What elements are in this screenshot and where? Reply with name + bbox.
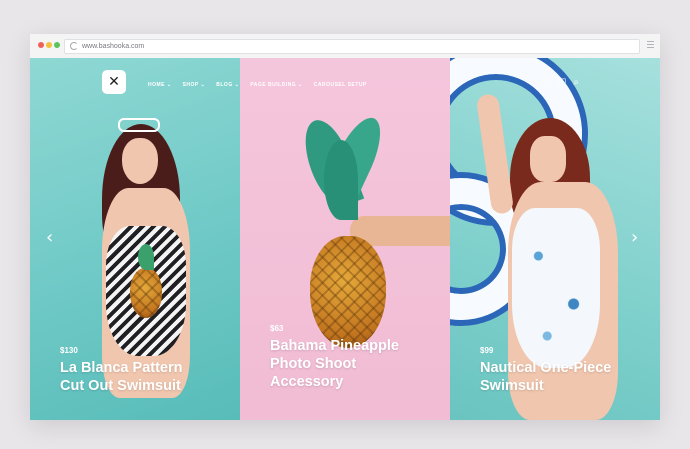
product-title[interactable]: Nautical One-Piece <box>480 359 611 377</box>
maximize-window-button[interactable] <box>54 42 60 48</box>
main-nav: HOME ⌄ SHOP ⌄ BLOG ⌄ PAGE BUILDING ⌄ CAR… <box>148 80 367 90</box>
product-title[interactable]: Photo Shoot <box>270 355 399 373</box>
url-text: www.bashooka.com <box>82 43 145 50</box>
product-title[interactable]: Swimsuit <box>480 377 611 395</box>
nav-item-carousel-setup[interactable]: CAROUSEL SETUP <box>314 80 367 90</box>
pineapple-leaves <box>138 244 154 270</box>
bag-icon[interactable]: ◫ <box>557 77 566 89</box>
prev-slide-icon[interactable]: ‹ <box>46 228 53 248</box>
product-price: $130 <box>60 346 78 355</box>
pineapple <box>130 268 162 318</box>
address-bar[interactable]: www.bashooka.com <box>64 39 640 54</box>
heart-icon[interactable]: ♡ <box>541 77 550 89</box>
product-title[interactable]: Cut Out Swimsuit <box>60 377 183 395</box>
minimize-window-button[interactable] <box>46 42 52 48</box>
header-icons: ♡ ◫ ⌕ <box>541 77 579 89</box>
reload-icon[interactable] <box>70 42 78 50</box>
close-window-button[interactable] <box>38 42 44 48</box>
nav-item-page-building[interactable]: PAGE BUILDING ⌄ <box>250 80 302 90</box>
model-face <box>530 136 566 182</box>
browser-window: www.bashooka.com ✕ HOME ⌄ SHOP ⌄ BLOG ⌄ … <box>30 34 660 420</box>
pineapple-leaves <box>324 140 358 220</box>
product-title[interactable]: La Blanca Pattern <box>60 359 183 377</box>
product-price: $63 <box>270 324 284 333</box>
sunglasses <box>118 118 160 132</box>
logo-glyph: ✕ <box>108 74 120 90</box>
nav-item-shop[interactable]: SHOP ⌄ <box>183 80 206 90</box>
search-icon[interactable]: ⌕ <box>573 77 579 89</box>
model-face <box>122 138 158 184</box>
swimsuit <box>512 208 600 368</box>
slide-1-caption[interactable]: $130 La Blanca Pattern Cut Out Swimsuit <box>60 346 183 395</box>
product-title[interactable]: Bahama Pineapple <box>270 337 399 355</box>
browser-menu-icon[interactable] <box>647 41 654 48</box>
product-title[interactable]: Accessory <box>270 373 399 391</box>
nav-item-home[interactable]: HOME ⌄ <box>148 80 172 90</box>
nav-item-blog[interactable]: BLOG ⌄ <box>216 80 239 90</box>
slide-2-caption[interactable]: $63 Bahama Pineapple Photo Shoot Accesso… <box>270 324 399 391</box>
site-logo[interactable]: ✕ <box>102 70 126 94</box>
browser-toolbar: www.bashooka.com <box>30 34 660 59</box>
slide-3-caption[interactable]: $99 Nautical One-Piece Swimsuit <box>480 346 611 395</box>
next-slide-icon[interactable]: › <box>631 228 638 248</box>
page-content: ✕ HOME ⌄ SHOP ⌄ BLOG ⌄ PAGE BUILDING ⌄ C… <box>30 58 660 420</box>
product-price: $99 <box>480 346 494 355</box>
